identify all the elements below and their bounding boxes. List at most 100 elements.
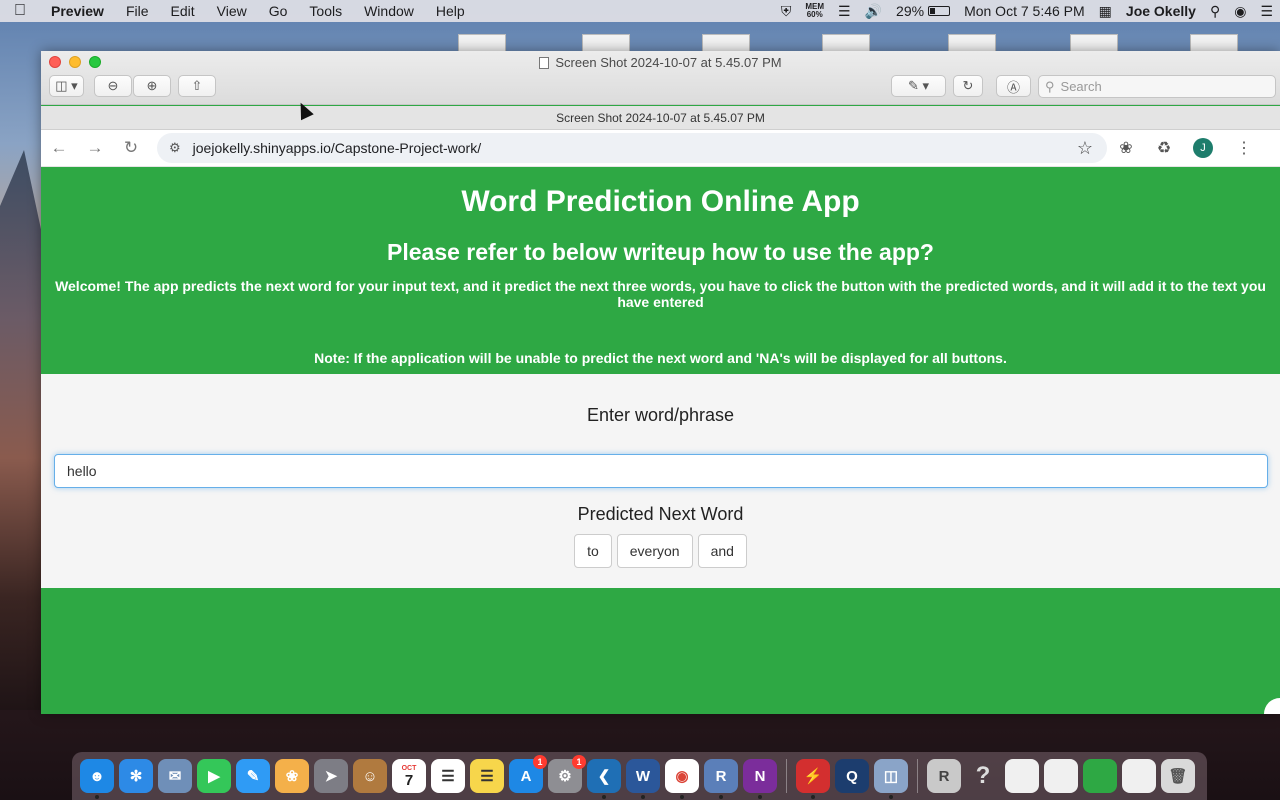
menu-help[interactable]: Help bbox=[425, 3, 476, 19]
share-button[interactable]: ⇧ bbox=[178, 75, 216, 97]
onenote-icon[interactable]: N bbox=[743, 759, 777, 799]
notes-icon[interactable]: ☰ bbox=[470, 759, 504, 793]
zoom-in-icon: ⊕ bbox=[146, 78, 158, 93]
pen-icon: ✎ ▾ bbox=[907, 78, 930, 93]
site-settings-icon[interactable]: ⚙ bbox=[169, 140, 181, 156]
word-icon[interactable]: W bbox=[626, 759, 660, 799]
calendar-icon[interactable]: ▦ bbox=[1092, 3, 1119, 20]
window-title: Screen Shot 2024-10-07 at 5.45.07 PM bbox=[41, 55, 1280, 70]
apple-menu-icon[interactable]:  bbox=[0, 2, 40, 20]
sidebar-icon: ◫ ▾ bbox=[55, 78, 78, 93]
dock: ☻ ✻ ✉ ▶ ✎ ❀ ➤ ☺ OCT 7 ☰ ☰ A1 ⚙ 1 ❮ W ◉ R … bbox=[72, 752, 1207, 800]
back-arrow-icon[interactable]: ← bbox=[41, 138, 77, 158]
status-area: ⛨ MEM 60% ☰ 🔊 29% Mon Oct 7 5:46 PM ▦ Joe… bbox=[774, 0, 1280, 22]
markup-toolbar-button[interactable]: Ⓐ bbox=[996, 75, 1031, 97]
prediction-button-2[interactable]: everyon bbox=[616, 534, 693, 568]
desktop-file-icon[interactable] bbox=[1190, 34, 1238, 52]
launchpad-icon[interactable]: ➤ bbox=[314, 759, 348, 793]
menu-app-name[interactable]: Preview bbox=[40, 3, 115, 19]
wifi-icon[interactable]: ☰ bbox=[831, 3, 858, 20]
rotate-icon: ↻ bbox=[962, 78, 974, 93]
menu-view[interactable]: View bbox=[206, 3, 258, 19]
finder-icon[interactable]: ☻ bbox=[80, 759, 114, 799]
system-settings-icon[interactable]: ⚙ 1 bbox=[548, 755, 586, 793]
battery-percent: 29% bbox=[896, 3, 925, 19]
input-panel: Enter word/phrase Predicted Next Word to… bbox=[41, 374, 1280, 588]
app-title: Word Prediction Online App bbox=[461, 185, 860, 218]
app-footer bbox=[41, 588, 1280, 714]
profile-avatar[interactable]: J bbox=[1193, 138, 1213, 158]
quicktime-icon[interactable]: Q bbox=[835, 759, 869, 793]
search-placeholder: Search bbox=[1060, 79, 1102, 94]
extensions-puzzle-icon[interactable]: ♻ bbox=[1145, 138, 1183, 158]
menu-file[interactable]: File bbox=[115, 3, 160, 19]
rotate-button[interactable]: ↻ bbox=[953, 75, 983, 97]
app-store-icon[interactable]: A1 bbox=[509, 755, 547, 793]
unknown-question-icon[interactable]: ? bbox=[966, 759, 1000, 793]
phrase-input[interactable] bbox=[54, 454, 1268, 488]
prediction-button-1[interactable]: to bbox=[574, 534, 612, 568]
menu-edit[interactable]: Edit bbox=[160, 3, 206, 19]
bookmark-star-icon[interactable]: ☆ bbox=[1077, 138, 1093, 159]
reminders-icon[interactable]: ☰ bbox=[431, 759, 465, 793]
menu-tools[interactable]: Tools bbox=[298, 3, 353, 19]
prediction-button-3[interactable]: and bbox=[697, 534, 747, 568]
markup-icon: Ⓐ bbox=[1006, 79, 1020, 95]
window-thumbnail-icon[interactable] bbox=[1122, 759, 1156, 793]
control-center-icon[interactable]: ☰ bbox=[1253, 3, 1280, 20]
security-shield-icon[interactable]: ⚡ bbox=[796, 759, 830, 799]
chat-bubble-icon[interactable] bbox=[1264, 698, 1280, 714]
spotlight-search-icon[interactable]: ⚲ bbox=[1203, 3, 1227, 20]
forward-arrow-icon[interactable]: → bbox=[77, 138, 113, 158]
chrome-icon[interactable]: ◉ bbox=[665, 759, 699, 799]
desktop-file-icon[interactable] bbox=[458, 34, 506, 52]
zoom-out-button[interactable]: ⊖ bbox=[94, 75, 132, 97]
messages-icon[interactable]: ✎ bbox=[236, 759, 270, 793]
browser-menu-icon[interactable]: ⋮ bbox=[1225, 138, 1263, 158]
menu-go[interactable]: Go bbox=[258, 3, 299, 19]
r-document-icon[interactable]: R bbox=[927, 759, 961, 793]
sidebar-toggle-button[interactable]: ◫ ▾ bbox=[49, 75, 84, 97]
mail-icon[interactable]: ✉ bbox=[158, 759, 192, 793]
vscode-icon[interactable]: ❮ bbox=[587, 759, 621, 799]
contacts-icon[interactable]: ☺ bbox=[353, 759, 387, 793]
desktop-file-icon[interactable] bbox=[1070, 34, 1118, 52]
document-icon bbox=[539, 57, 550, 69]
siri-icon[interactable]: ◉ bbox=[1227, 3, 1253, 20]
calendar-app-icon[interactable]: OCT 7 bbox=[392, 759, 426, 793]
memory-value: 60% bbox=[806, 10, 823, 19]
extension-brain-icon[interactable]: ❀ bbox=[1107, 138, 1145, 158]
memory-monitor[interactable]: MEM 60% bbox=[798, 3, 831, 19]
window-search-field[interactable]: ⚲ Search bbox=[1038, 75, 1276, 98]
menu-window[interactable]: Window bbox=[353, 3, 425, 19]
browser-toolbar: ← → ↻ ⚙ joejokelly.shinyapps.io/Capstone… bbox=[41, 130, 1280, 167]
vpn-shield-icon[interactable]: ⛨ bbox=[774, 3, 799, 20]
markup-pen-button[interactable]: ✎ ▾ bbox=[891, 75, 946, 97]
reload-icon[interactable]: ↻ bbox=[113, 138, 149, 158]
facetime-icon[interactable]: ▶ bbox=[197, 759, 231, 793]
dock-separator bbox=[917, 759, 918, 793]
window-thumbnail-icon[interactable] bbox=[1083, 759, 1117, 793]
user-name[interactable]: Joe Okelly bbox=[1119, 3, 1203, 19]
desktop-file-icon[interactable] bbox=[822, 34, 870, 52]
preview-app-icon[interactable]: ◫ bbox=[874, 759, 908, 799]
share-icon: ⇧ bbox=[191, 78, 203, 93]
menu-bar:  Preview File Edit View Go Tools Window… bbox=[0, 0, 1280, 22]
r-app-icon[interactable]: R bbox=[704, 759, 738, 799]
zoom-in-button[interactable]: ⊕ bbox=[133, 75, 171, 97]
battery-status[interactable]: 29% bbox=[889, 3, 957, 19]
desktop-file-icon[interactable] bbox=[948, 34, 996, 52]
desktop-file-icon[interactable] bbox=[702, 34, 750, 52]
safari-icon[interactable]: ✻ bbox=[119, 759, 153, 793]
address-bar[interactable]: ⚙ joejokelly.shinyapps.io/Capstone-Proje… bbox=[157, 133, 1107, 163]
window-thumbnail-icon[interactable] bbox=[1044, 759, 1078, 793]
prediction-label: Predicted Next Word bbox=[577, 504, 744, 524]
input-label: Enter word/phrase bbox=[586, 405, 735, 425]
volume-icon[interactable]: 🔊 bbox=[858, 3, 889, 20]
desktop-file-icon[interactable] bbox=[582, 34, 630, 52]
trash-icon[interactable]: 🗑 bbox=[1161, 759, 1195, 793]
dock-separator bbox=[786, 759, 787, 793]
photos-icon[interactable]: ❀ bbox=[275, 759, 309, 793]
clock[interactable]: Mon Oct 7 5:46 PM bbox=[957, 3, 1092, 19]
window-thumbnail-icon[interactable] bbox=[1005, 759, 1039, 793]
